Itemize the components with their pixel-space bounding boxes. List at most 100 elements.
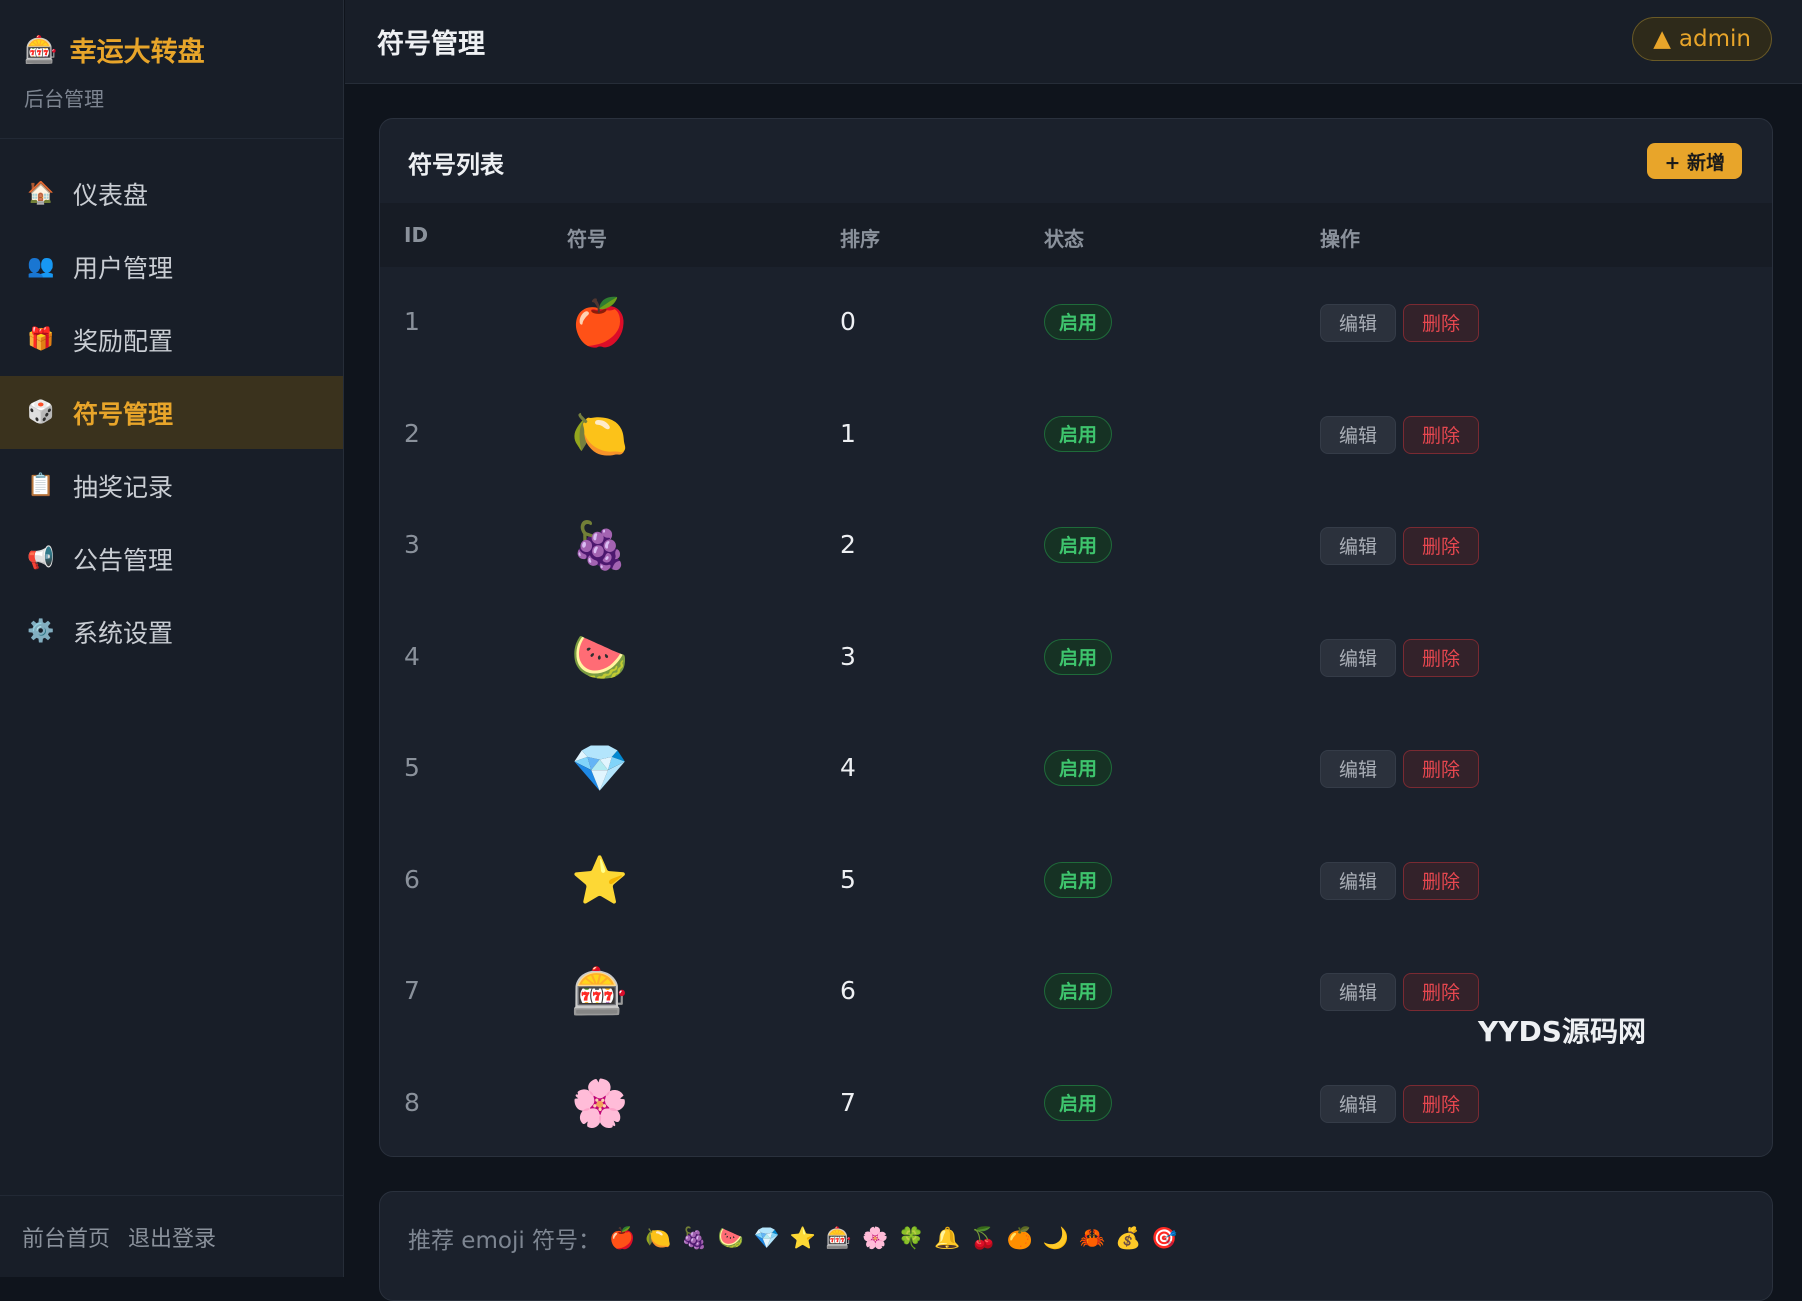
clipboard-icon: 📋	[27, 473, 55, 498]
sidebar-item-symbols[interactable]: 🎲 符号管理	[0, 376, 343, 449]
delete-button[interactable]: 删除	[1403, 750, 1479, 788]
sidebar-item-label: 仪表盘	[73, 180, 149, 210]
star-icon: ⭐	[571, 852, 629, 907]
brand: 🎰 幸运大转盘 后台管理	[0, 0, 343, 139]
table-row: 4 🍉 3 启用 编辑 删除	[380, 602, 1772, 714]
username: admin	[1678, 26, 1751, 52]
sidebar-item-dashboard[interactable]: 🏠 仪表盘	[0, 157, 343, 230]
edit-button[interactable]: 编辑	[1320, 973, 1396, 1011]
column-header-actions: 操作	[1320, 227, 1360, 251]
column-header-order: 排序	[840, 227, 880, 251]
status-badge: 启用	[1044, 638, 1113, 675]
gear-icon: ⚙️	[27, 619, 55, 644]
apple-icon: 🍎	[571, 295, 629, 349]
table-row: 1 🍎 0 启用 编辑 删除	[380, 267, 1772, 379]
row-id: 7	[404, 976, 420, 1005]
sidebar-item-label: 符号管理	[73, 399, 174, 429]
row-id: 2	[404, 418, 420, 448]
column-header-id: ID	[404, 223, 429, 247]
row-order: 1	[840, 418, 856, 448]
row-id: 6	[404, 864, 420, 894]
status-badge: 启用	[1044, 415, 1113, 452]
emoji-hint-card: 推荐 emoji 符号： 🍎🍋🍇🍉💎⭐🎰🌸🍀🔔🍒🍊🌙🦀💰🎯	[379, 1191, 1773, 1301]
sidebar-item-rewards[interactable]: 🎁 奖励配置	[0, 303, 343, 376]
lemon-icon: 🍋	[571, 406, 629, 461]
edit-button[interactable]: 编辑	[1320, 304, 1396, 342]
delete-button[interactable]: 删除	[1403, 304, 1479, 342]
row-order: 6	[840, 976, 856, 1005]
delete-button[interactable]: 删除	[1403, 638, 1479, 677]
table-row: 8 🌸 7 启用 编辑 删除	[380, 1048, 1772, 1157]
delete-button[interactable]: 删除	[1403, 415, 1479, 454]
symbol-list-card: 符号列表 + 新增 ID 符号 排序 状态 操作 1 🍎 0 启用 编辑 删除 …	[379, 118, 1773, 1157]
sidebar-item-label: 奖励配置	[73, 326, 174, 356]
row-order: 2	[840, 530, 856, 559]
dice-icon: 🎲	[27, 400, 55, 425]
sidebar-item-announcements[interactable]: 📢 公告管理	[0, 522, 343, 595]
sidebar-item-draw-records[interactable]: 📋 抽奖记录	[0, 449, 343, 522]
add-symbol-button[interactable]: + 新增	[1647, 143, 1742, 179]
table-row: 6 ⭐ 5 启用 编辑 删除	[380, 825, 1772, 937]
table-row: 5 💎 4 启用 编辑 删除	[380, 713, 1772, 825]
delete-button[interactable]: 删除	[1403, 527, 1479, 565]
column-header-status: 状态	[1044, 227, 1084, 251]
edit-button[interactable]: 编辑	[1320, 415, 1396, 454]
page-title: 符号管理	[377, 29, 485, 60]
sidebar-item-users[interactable]: 👥 用户管理	[0, 230, 343, 303]
card-title: 符号列表	[408, 151, 504, 179]
logout-link[interactable]: 退出登录	[128, 1221, 216, 1253]
sidebar-item-label: 抽奖记录	[73, 472, 174, 502]
brand-name: 幸运大转盘	[69, 37, 205, 68]
delete-button[interactable]: 删除	[1403, 1084, 1479, 1123]
edit-button[interactable]: 编辑	[1320, 527, 1396, 565]
row-order: 7	[840, 1087, 856, 1117]
delete-button[interactable]: 删除	[1403, 973, 1479, 1011]
recommended-emoji-list: 🍎🍋🍇🍉💎⭐🎰🌸🍀🔔🍒🍊🌙🦀💰🎯	[609, 1225, 1188, 1250]
table-row: 3 🍇 2 启用 编辑 删除	[380, 490, 1772, 602]
row-id: 3	[404, 530, 420, 559]
status-badge: 启用	[1044, 527, 1113, 563]
sidebar-item-label: 公告管理	[73, 545, 174, 575]
gift-icon: 🎁	[27, 327, 55, 352]
diamond-icon: 💎	[571, 741, 629, 795]
megaphone-icon: 📢	[27, 546, 55, 571]
sidebar-item-label: 用户管理	[73, 253, 174, 283]
sidebar-item-label: 系统设置	[73, 618, 174, 648]
table-row: 2 🍋 1 启用 编辑 删除	[380, 379, 1772, 491]
row-order: 4	[840, 753, 856, 782]
house-icon: 🏠	[27, 181, 55, 206]
edit-button[interactable]: 编辑	[1320, 750, 1396, 788]
edit-button[interactable]: 编辑	[1320, 1084, 1396, 1123]
row-order: 0	[840, 307, 856, 336]
status-badge: 启用	[1044, 1084, 1113, 1121]
row-order: 5	[840, 864, 856, 894]
user-badge[interactable]: ▲ admin	[1632, 17, 1772, 61]
row-id: 1	[404, 307, 420, 336]
home-link[interactable]: 前台首页	[22, 1221, 110, 1253]
emoji-hint: 推荐 emoji 符号： 🍎🍋🍇🍉💎⭐🎰🌸🍀🔔🍒🍊🌙🦀💰🎯	[408, 1221, 1187, 1255]
cherry-blossom-icon: 🌸	[571, 1075, 629, 1130]
column-header-symbol: 符号	[567, 227, 607, 251]
edit-button[interactable]: 编辑	[1320, 638, 1396, 677]
status-badge: 启用	[1044, 304, 1113, 340]
slot-machine-icon: 🎰	[571, 964, 629, 1018]
table-header: ID 符号 排序 状态 操作	[380, 203, 1772, 267]
watermelon-icon: 🍉	[571, 629, 629, 684]
status-badge: 启用	[1044, 973, 1113, 1009]
status-badge: 启用	[1044, 861, 1113, 898]
watermark: YYDS源码网	[1478, 1015, 1646, 1048]
triangle-icon: ▲	[1653, 26, 1671, 52]
sidebar: 🎰 幸运大转盘 后台管理 🏠 仪表盘 👥 用户管理 🎁 奖励配置 🎲 符号管理 …	[0, 0, 344, 1277]
sidebar-footer: 前台首页 退出登录	[0, 1195, 343, 1277]
sidebar-item-settings[interactable]: ⚙️ 系统设置	[0, 595, 343, 668]
users-icon: 👥	[27, 254, 55, 279]
delete-button[interactable]: 删除	[1403, 861, 1479, 900]
row-id: 8	[404, 1087, 420, 1117]
slot-machine-icon: 🎰	[24, 34, 58, 66]
grapes-icon: 🍇	[571, 518, 629, 572]
sidebar-nav: 🏠 仪表盘 👥 用户管理 🎁 奖励配置 🎲 符号管理 📋 抽奖记录 📢 公告管理…	[0, 157, 343, 668]
row-order: 3	[840, 641, 856, 671]
emoji-hint-label: 推荐 emoji 符号：	[408, 1228, 602, 1254]
row-id: 4	[404, 641, 420, 671]
edit-button[interactable]: 编辑	[1320, 861, 1396, 900]
